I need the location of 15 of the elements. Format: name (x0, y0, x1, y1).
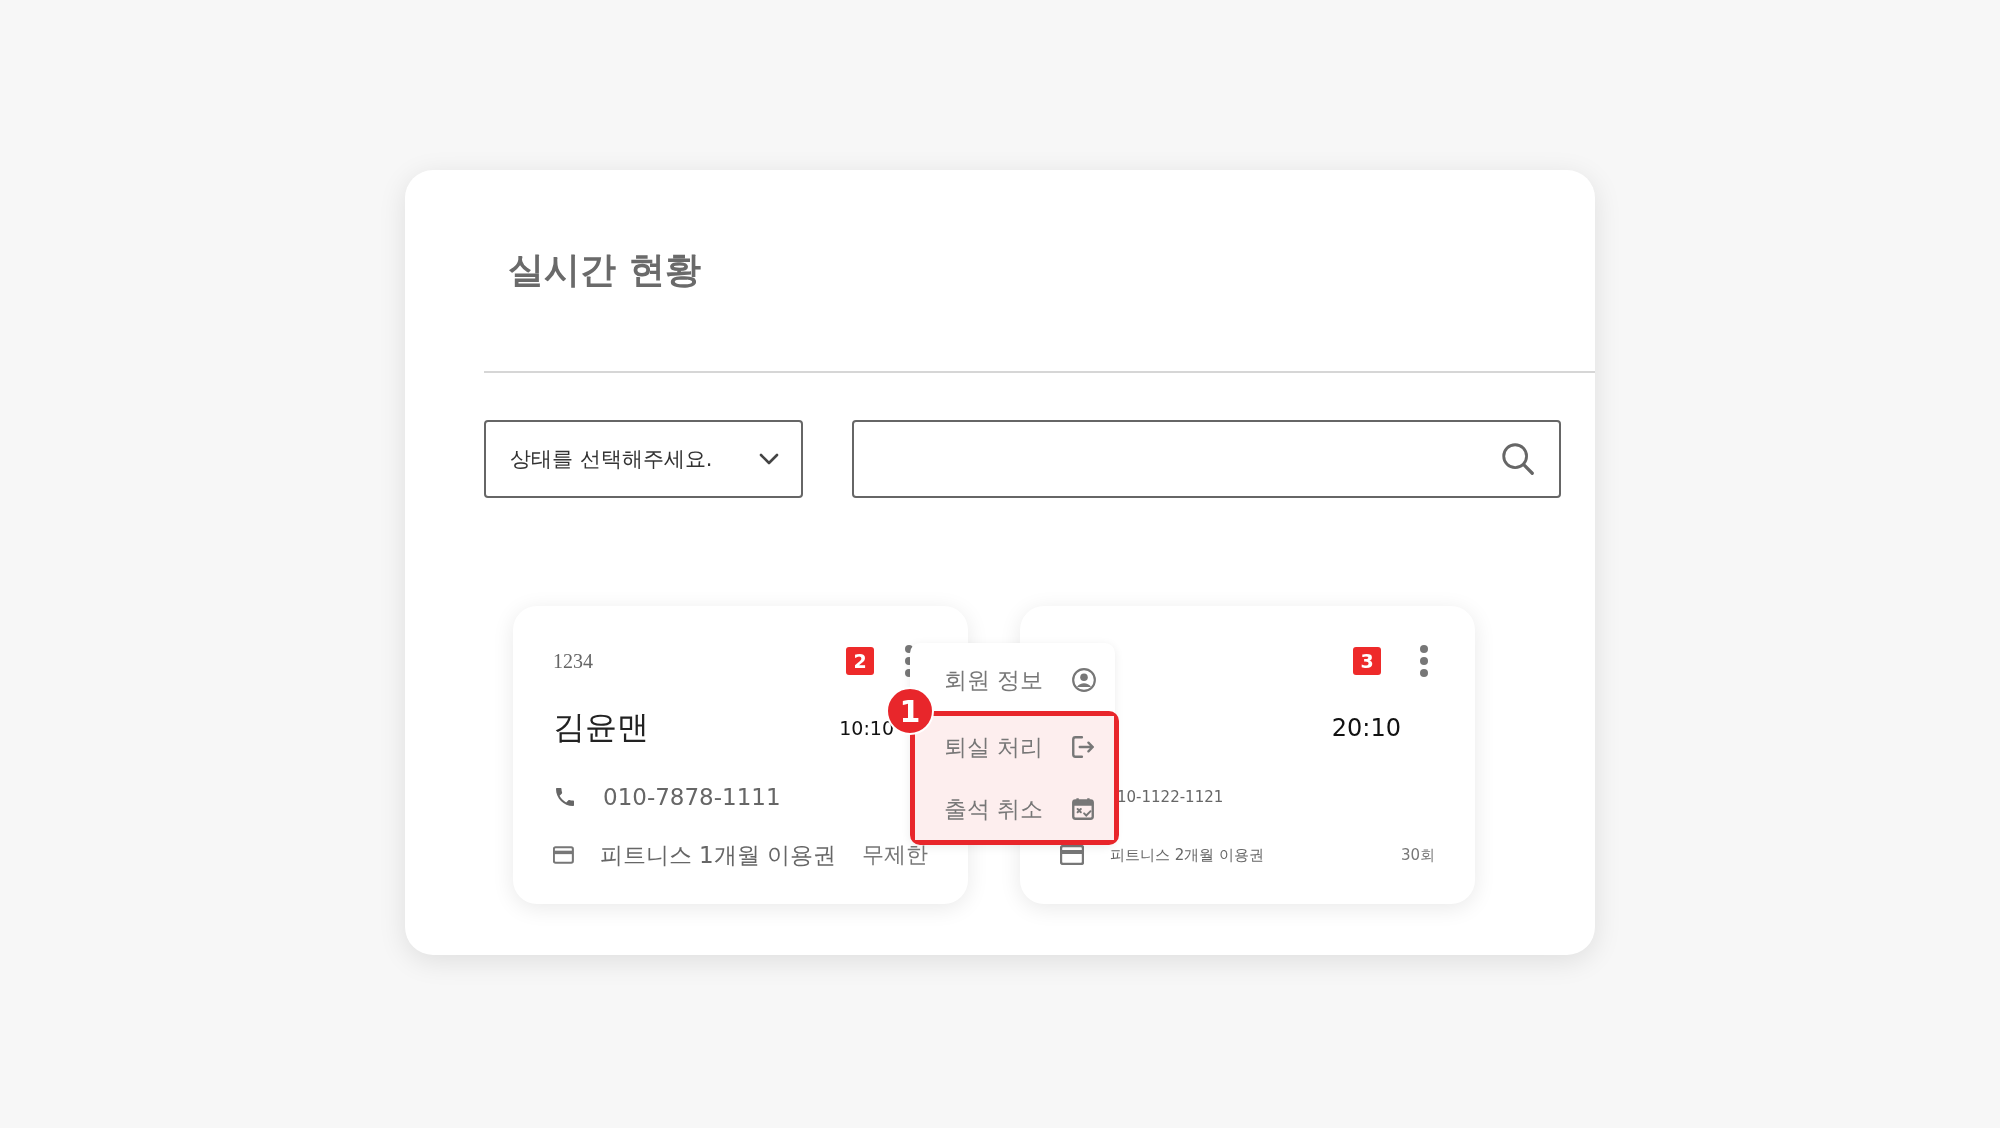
usage-count: 30회 (1400, 845, 1435, 865)
check-in-time: 10:10 (839, 717, 894, 739)
membership-name: 피트니스 2개월 이용권 (1110, 845, 1265, 865)
phone-number: 10-1122-1121 (1117, 788, 1224, 806)
phone-number: 010-7878-1111 (603, 784, 781, 810)
page-title: 실시간 현황 (507, 248, 702, 292)
menu-item[interactable]: 출석 취소 (915, 778, 1114, 840)
member-name: 김윤맨 (553, 707, 649, 748)
check-in-time: 20:10 (1331, 714, 1401, 742)
status-select[interactable]: 상태를 선택해주세요. (484, 420, 803, 498)
member-id: 1234 (553, 649, 593, 673)
membership-name: 피트니스 1개월 이용권 (599, 840, 836, 870)
count-badge: 2 (846, 647, 874, 675)
count-badge: 3 (1353, 647, 1381, 675)
usage-count: 무제한 (862, 841, 928, 869)
